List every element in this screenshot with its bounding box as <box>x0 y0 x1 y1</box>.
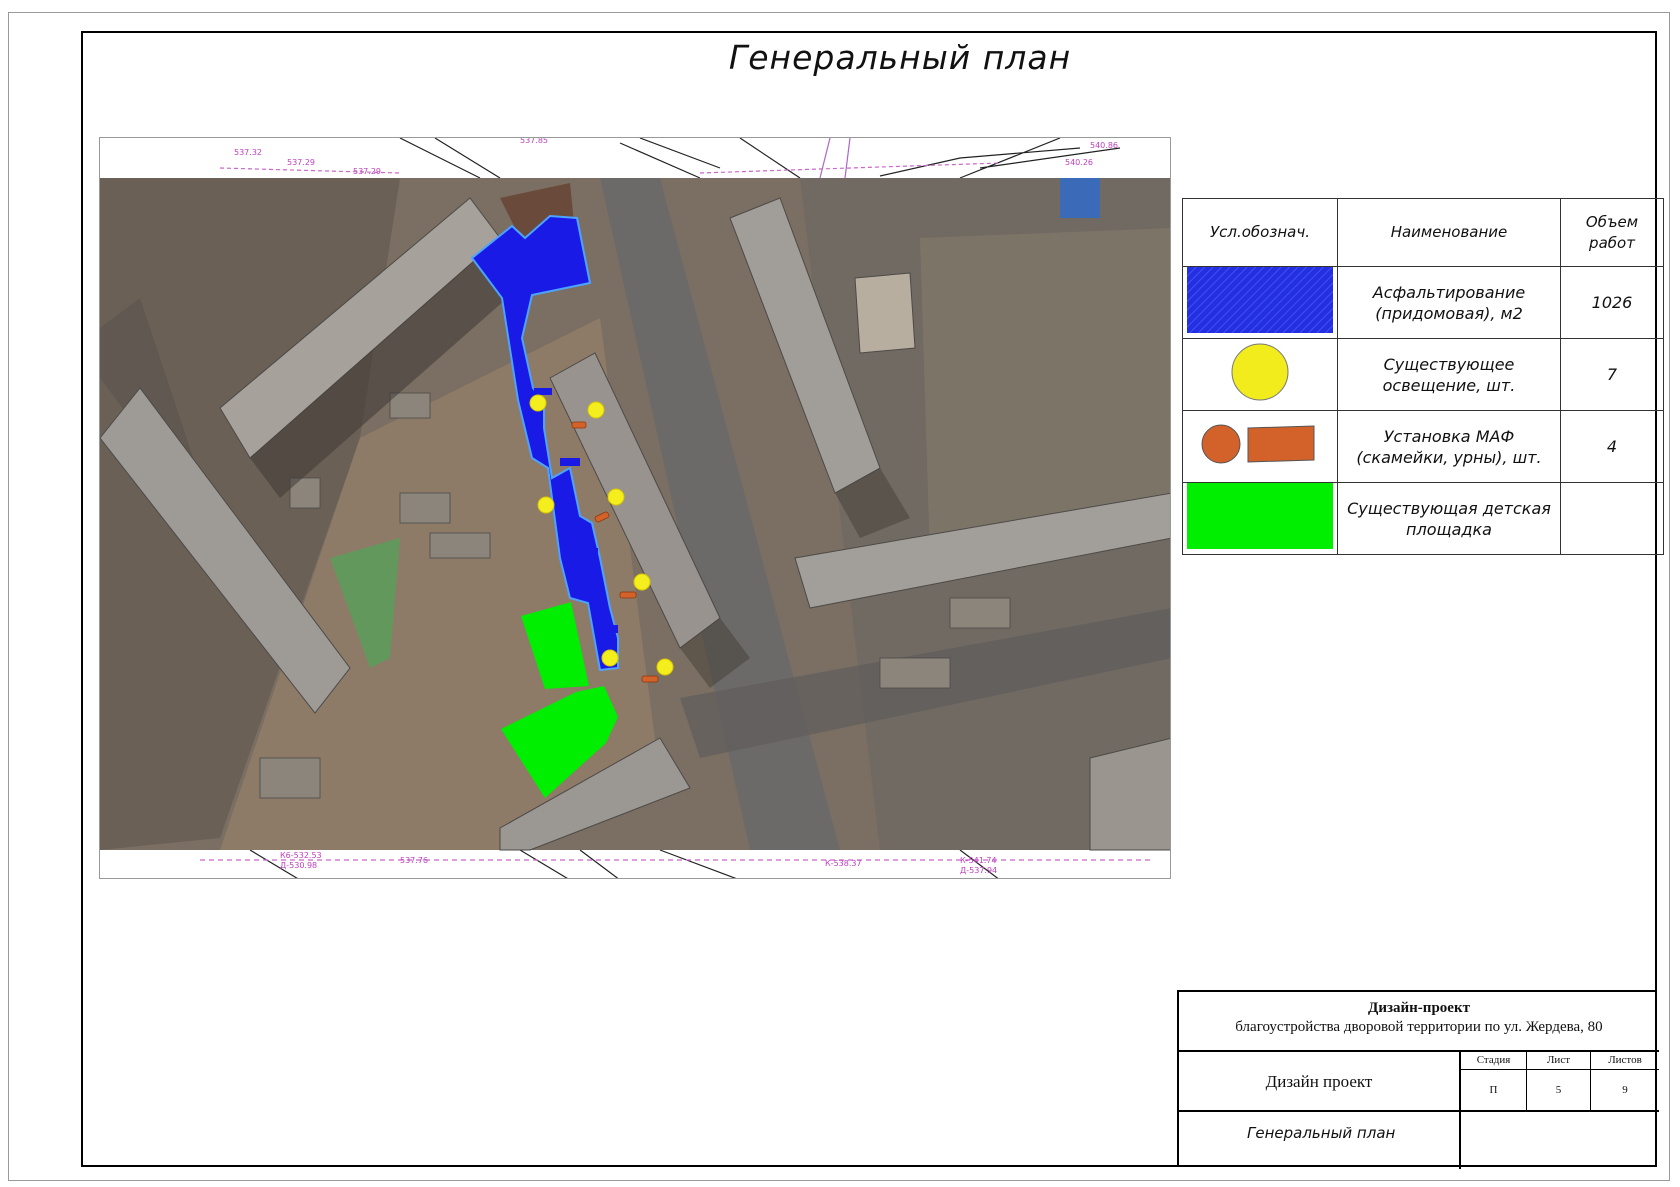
sheet-title: Генеральный план <box>728 38 1072 77</box>
title-block-name-row: Генеральный план <box>1179 1112 1659 1169</box>
svg-text:540.86: 540.86 <box>1090 141 1118 150</box>
legend-volume-playground <box>1560 482 1664 555</box>
legend-name-lighting: Существующее освещение, шт. <box>1337 338 1561 411</box>
svg-text:К-541.74: К-541.74 <box>960 856 997 865</box>
project-type: Дизайн-проект <box>1368 1000 1470 1016</box>
sheet-header: Лист <box>1527 1052 1590 1070</box>
legend-name-asphalt: Асфальтирование (придомовая), м2 <box>1337 266 1561 339</box>
lamp-3 <box>537 496 555 514</box>
legend-volume-lighting: 7 <box>1560 338 1664 411</box>
bench-4 <box>641 675 659 683</box>
legend-symbol-maf <box>1182 410 1338 483</box>
svg-text:540.26: 540.26 <box>1065 158 1093 167</box>
sheets-cell: Листов 9 <box>1591 1052 1659 1110</box>
bench-1 <box>571 421 587 429</box>
title-block-project-row: Дизайн-проект благоустройства дворовой т… <box>1179 992 1659 1052</box>
legend-symbol-lighting <box>1182 338 1338 411</box>
legend-symbol-playground <box>1182 482 1338 555</box>
legend-table: Усл.обознач. Наименование Объем работ Ас… <box>1182 198 1664 555</box>
svg-text:537.29: 537.29 <box>287 158 315 167</box>
legend-header-volume: Объем работ <box>1560 198 1664 267</box>
lamp-6 <box>601 649 619 667</box>
sheet-value: 5 <box>1555 1084 1562 1096</box>
title-block: Дизайн-проект благоустройства дворовой т… <box>1177 990 1659 1169</box>
project-subject: благоустройства дворовой территории по у… <box>1235 1019 1603 1035</box>
title-block-stage-row: Дизайн проект Стадия П Лист 5 Листов 9 <box>1179 1052 1659 1112</box>
legend-header-symbol: Усл.обознач. <box>1182 198 1338 267</box>
svg-text:К-538.37: К-538.37 <box>825 859 862 868</box>
lamp-5 <box>633 573 651 591</box>
svg-text:537.76: 537.76 <box>400 856 428 865</box>
sheet-cell: Лист 5 <box>1527 1052 1591 1110</box>
legend-symbol-asphalt <box>1182 266 1338 339</box>
lamp-4 <box>607 488 625 506</box>
svg-text:Д-537.94: Д-537.94 <box>960 866 997 875</box>
svg-text:537.32: 537.32 <box>234 148 262 157</box>
stage-name: Дизайн проект <box>1179 1052 1461 1110</box>
legend-header-name: Наименование <box>1337 198 1561 267</box>
lamp-1 <box>529 394 547 412</box>
svg-text:Д-530.98: Д-530.98 <box>280 861 317 870</box>
stage-cell: Стадия П <box>1461 1052 1527 1110</box>
stage-value: П <box>1489 1084 1498 1096</box>
drawing-name: Генеральный план <box>1179 1112 1461 1169</box>
lamp-2 <box>587 401 605 419</box>
aerial-map: 537.32 537.29 537.29 537.85 540.86 540.26 К6… <box>99 137 1171 879</box>
sheets-header: Листов <box>1591 1052 1659 1070</box>
svg-text:537.29: 537.29 <box>353 167 381 176</box>
legend-name-maf: Установка МАФ (скамейки, урны), шт. <box>1337 410 1561 483</box>
svg-text:537.85: 537.85 <box>520 138 548 145</box>
svg-text:К6-532.53: К6-532.53 <box>280 851 322 860</box>
lamp-7 <box>656 658 674 676</box>
legend-name-playground: Существующая детская площадка <box>1337 482 1561 555</box>
legend-volume-asphalt: 1026 <box>1560 266 1664 339</box>
legend-volume-maf: 4 <box>1560 410 1664 483</box>
bench-3 <box>619 591 637 599</box>
sheets-value: 9 <box>1622 1084 1628 1096</box>
stage-header: Стадия <box>1461 1052 1526 1070</box>
